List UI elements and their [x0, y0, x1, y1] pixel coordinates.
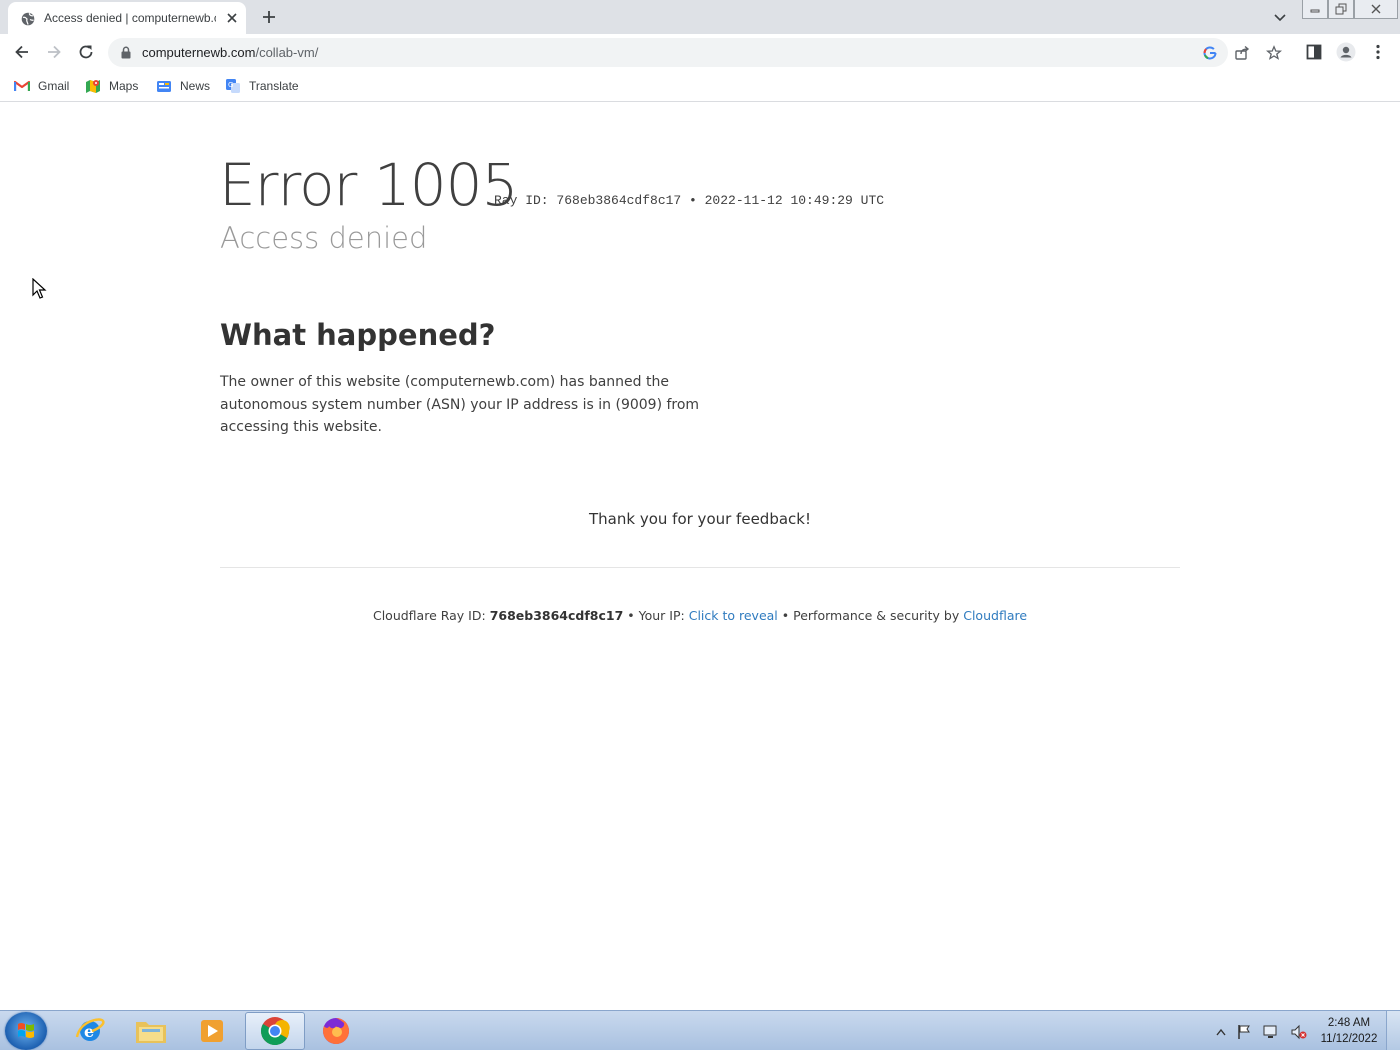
tab-title: Access denied | computernewb.c	[44, 11, 216, 25]
share-icon[interactable]	[1234, 45, 1250, 61]
back-arrow-icon[interactable]	[13, 43, 31, 61]
taskbar-internet-explorer[interactable]: e	[60, 1012, 120, 1050]
windows-taskbar: e 2:48 AM 11/12/2022	[0, 1010, 1400, 1050]
url-host: computernewb.com	[142, 45, 256, 60]
taskbar-firefox[interactable]	[306, 1012, 366, 1050]
bookmark-label: Translate	[249, 79, 299, 93]
address-bar[interactable]: computernewb.com/collab-vm/	[108, 38, 1282, 67]
tab-strip: Access denied | computernewb.c	[0, 0, 1400, 34]
bookmark-news[interactable]: News	[156, 77, 210, 95]
globe-icon	[21, 12, 35, 26]
taskbar-chrome[interactable]	[245, 1012, 305, 1050]
chevron-down-icon[interactable]	[1272, 9, 1288, 25]
action-center-flag-icon[interactable]	[1236, 1024, 1252, 1040]
restore-button[interactable]	[1328, 0, 1354, 19]
error-subtitle: Access denied	[220, 221, 428, 255]
taskbar-clock[interactable]: 2:48 AM 11/12/2022	[1315, 1015, 1383, 1047]
chrome-icon	[260, 1017, 290, 1046]
mouse-cursor-icon	[32, 278, 47, 299]
reveal-ip-link[interactable]: Click to reveal	[689, 608, 778, 623]
start-button[interactable]	[5, 1012, 47, 1050]
star-icon[interactable]	[1266, 45, 1282, 61]
network-icon[interactable]	[1262, 1024, 1280, 1040]
maps-icon	[86, 80, 100, 93]
internet-explorer-icon: e	[75, 1018, 105, 1041]
what-happened-text: The owner of this website (computernewb.…	[220, 374, 700, 435]
cloudflare-link[interactable]: Cloudflare	[963, 608, 1027, 623]
clock-date: 11/12/2022	[1320, 1033, 1378, 1045]
bookmark-translate[interactable]: G Translate	[225, 77, 299, 95]
more-menu-icon[interactable]	[1369, 43, 1387, 61]
url-path: /collab-vm/	[255, 45, 319, 60]
bookmark-gmail[interactable]: Gmail	[14, 77, 69, 95]
clock-time: 2:48 AM	[1327, 1017, 1371, 1029]
volume-muted-icon[interactable]	[1290, 1024, 1308, 1040]
bookmark-maps[interactable]: Maps	[85, 77, 138, 95]
restore-icon	[1335, 3, 1347, 15]
close-icon	[1371, 4, 1381, 14]
bookmark-label: Gmail	[38, 79, 70, 93]
forward-arrow-icon[interactable]	[45, 43, 63, 61]
reload-icon[interactable]	[77, 43, 95, 61]
footer-separator: •	[781, 608, 790, 623]
bookmarks-bar: Gmail Maps News G Translate	[0, 70, 1400, 102]
system-tray	[1216, 1023, 1318, 1041]
close-window-button[interactable]	[1354, 0, 1398, 19]
show-desktop-button[interactable]	[1386, 1011, 1400, 1050]
google-lens-icon[interactable]	[1202, 45, 1218, 61]
footer-ray-label: Cloudflare Ray ID:	[372, 608, 486, 623]
browser-toolbar: computernewb.com/collab-vm/	[0, 34, 1400, 70]
footer-perf-label: Performance & security by	[793, 608, 960, 623]
firefox-icon	[323, 1018, 349, 1044]
lock-icon[interactable]	[120, 46, 132, 59]
profile-avatar-icon[interactable]	[1336, 42, 1356, 62]
new-tab-icon[interactable]	[259, 7, 279, 27]
cloudflare-footer: Cloudflare Ray ID: 768eb3864cdf8c17 • Yo…	[0, 608, 1400, 623]
divider	[220, 567, 1180, 568]
footer-ray-id: 768eb3864cdf8c17	[489, 608, 624, 623]
bookmark-label: News	[180, 79, 211, 93]
footer-ip-label: Your IP:	[638, 608, 685, 623]
ray-id-line: Ray ID: 768eb3864cdf8c17 • 2022-11-12 10…	[494, 193, 885, 208]
taskbar-media-player[interactable]	[182, 1012, 242, 1050]
url-text: computernewb.com/collab-vm/	[142, 45, 318, 60]
minimize-icon	[1310, 9, 1320, 13]
gmail-icon	[14, 80, 30, 91]
minimize-button[interactable]	[1302, 0, 1328, 19]
browser-tab[interactable]: Access denied | computernewb.c	[8, 2, 246, 34]
screen: Access denied | computernewb.c computern…	[0, 0, 1400, 1050]
window-controls	[1302, 0, 1398, 19]
news-icon	[157, 81, 171, 92]
side-panel-icon[interactable]	[1305, 43, 1323, 61]
bookmark-label: Maps	[109, 79, 139, 93]
feedback-message: Thank you for your feedback!	[589, 510, 811, 528]
page-content: Error 1005 Ray ID: 768eb3864cdf8c17 • 20…	[0, 103, 1400, 1010]
footer-separator: •	[627, 608, 635, 623]
translate-icon: G	[226, 79, 240, 93]
what-happened-heading: What happened?	[220, 318, 496, 352]
media-player-icon	[201, 1020, 223, 1042]
svg-text:G: G	[228, 81, 233, 89]
taskbar-explorer[interactable]	[121, 1012, 181, 1050]
windows-logo-icon	[18, 1023, 34, 1038]
folder-icon	[136, 1022, 166, 1043]
show-hidden-icons-icon[interactable]	[1216, 1028, 1226, 1036]
close-tab-icon[interactable]	[224, 10, 240, 26]
error-code: Error 1005	[219, 151, 518, 219]
